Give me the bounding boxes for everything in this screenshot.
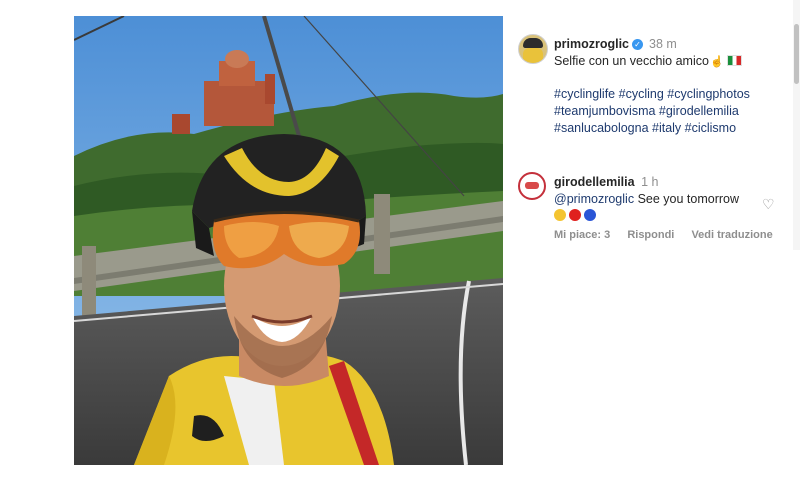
author-username[interactable]: primozroglic (554, 37, 629, 51)
post-caption: Selfie con un vecchio amico☝ (554, 54, 742, 68)
heart-icon[interactable]: ♡ (762, 197, 775, 211)
post-photo[interactable] (74, 16, 503, 465)
wink-emoji-icon (554, 209, 566, 221)
post-header: primozroglic ✓ 38 m (554, 37, 677, 51)
selfie-image (74, 16, 503, 465)
comment-body: See you tomorrow (637, 192, 739, 206)
comment-text: @primozroglic See you tomorrow (554, 191, 759, 223)
author-avatar[interactable] (518, 34, 548, 64)
commenter-username[interactable]: girodellemilia (554, 175, 635, 189)
comments-scrollbar[interactable] (793, 0, 800, 250)
comment-time: 1 h (641, 175, 659, 189)
hashtag-line[interactable]: #cyclinglife #cycling #cyclingphotos (554, 86, 750, 103)
hashtag-list: #cyclinglife #cycling #cyclingphotos #te… (554, 86, 750, 137)
reply-button[interactable]: Rispondi (627, 229, 674, 241)
hashtag-line[interactable]: #teamjumbovisma #girodellemilia (554, 103, 750, 120)
waving-hand-icon: ☝ (709, 56, 724, 68)
comment-header: girodellemilia 1 h (554, 175, 658, 189)
italy-flag-icon (726, 55, 742, 66)
commenter-avatar[interactable] (518, 172, 546, 200)
scrollbar-thumb[interactable] (794, 24, 799, 84)
comment-likes-link[interactable]: Mi piace: 3 (554, 229, 610, 241)
blue-circle-icon (584, 209, 596, 221)
verified-badge-icon: ✓ (632, 39, 644, 50)
hashtag-line[interactable]: #sanlucabologna #italy #ciclismo (554, 120, 750, 137)
caption-text: Selfie con un vecchio amico (554, 54, 709, 68)
see-translation-button[interactable]: Vedi traduzione (691, 229, 772, 241)
comment-actions: Mi piace: 3 Rispondi Vedi traduzione (554, 229, 787, 241)
post-time[interactable]: 38 m (649, 37, 677, 51)
red-circle-icon (569, 209, 581, 221)
comment-mention[interactable]: @primozroglic (554, 192, 634, 206)
